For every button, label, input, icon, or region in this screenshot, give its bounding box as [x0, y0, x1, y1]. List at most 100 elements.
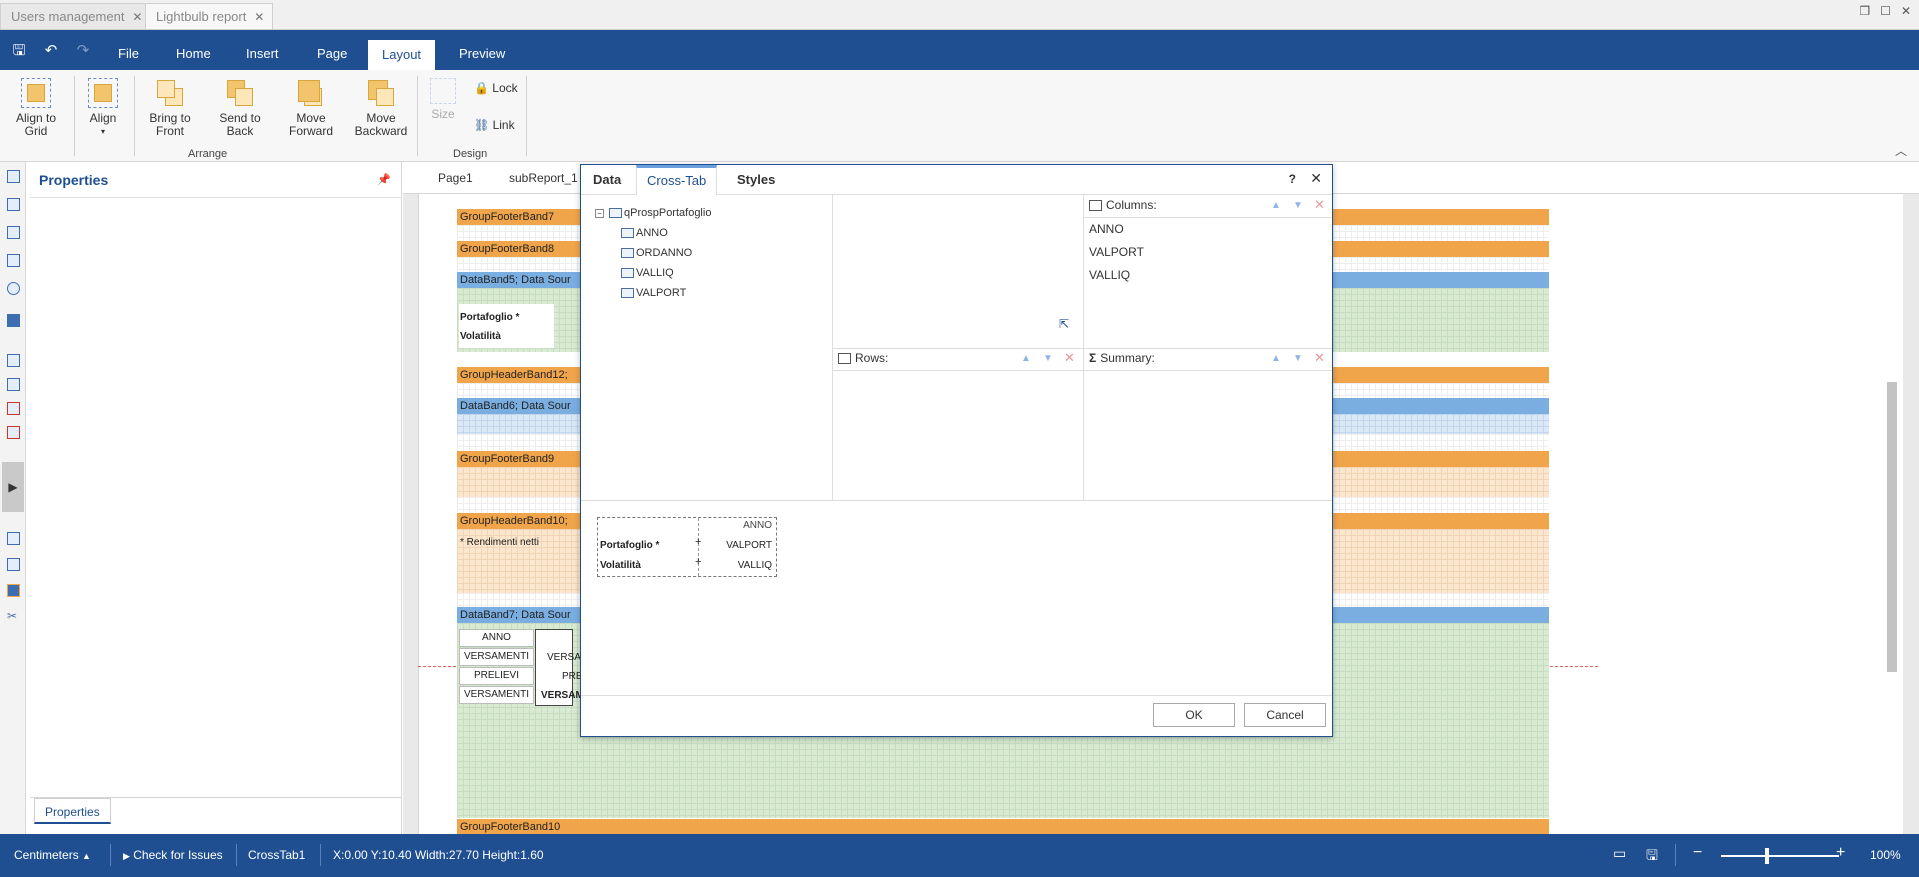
align-to-grid-button[interactable]: Align to Grid [10, 78, 62, 138]
tree-node-field[interactable]: VALLIQ [621, 267, 674, 279]
column-item[interactable]: VALLIQ [1089, 268, 1130, 282]
tree-node-datasource[interactable]: − qProspPortafoglio [595, 207, 711, 219]
versamenti-cell[interactable]: VERSAMENTI [459, 648, 534, 666]
chevron-down-icon: ▾ [100, 127, 105, 136]
tab-preview[interactable]: Preview [445, 30, 519, 70]
text-icon[interactable] [7, 354, 20, 367]
move-down-icon[interactable]: ▼ [1293, 353, 1303, 364]
zoom-slider[interactable] [1721, 855, 1839, 857]
checkbox-icon[interactable] [7, 532, 20, 545]
help-icon[interactable]: ? [1289, 172, 1296, 186]
move-backward-label: Move Backward [354, 111, 408, 138]
zoom-in-icon[interactable]: + [1836, 844, 1845, 862]
send-to-back-icon [225, 78, 255, 108]
columns-header: Columns: [1089, 198, 1157, 212]
properties-panel: Properties 📌 Properties [30, 162, 402, 834]
move-down-icon[interactable]: ▼ [1293, 200, 1303, 211]
shape-icon[interactable] [7, 282, 20, 295]
close-icon[interactable]: ✕ [1901, 4, 1911, 18]
units-dropdown[interactable]: Centimeters ▲ [14, 848, 91, 862]
close-icon[interactable]: ✕ [132, 4, 142, 30]
bring-to-front-button[interactable]: Bring to Front [145, 78, 195, 138]
delete-icon[interactable]: ✕ [1064, 350, 1075, 366]
move-up-icon[interactable]: ▲ [1271, 353, 1281, 364]
save-page-icon[interactable]: 🖫 [1646, 845, 1658, 869]
restore-icon[interactable]: ❐ [1859, 4, 1870, 18]
tab-styles[interactable]: Styles [727, 165, 785, 195]
send-to-back-button[interactable]: Send to Back [215, 78, 265, 138]
cross-band-icon[interactable] [7, 254, 20, 267]
delete-icon[interactable]: ✕ [1314, 350, 1325, 366]
cancel-button[interactable]: Cancel [1244, 703, 1326, 727]
puzzle-icon[interactable] [7, 314, 20, 327]
datasource-icon [609, 208, 622, 219]
volatilita-label: Volatilità [460, 331, 501, 342]
chevron-up-icon[interactable]: ︿ [1895, 142, 1907, 159]
tab-layout[interactable]: Layout [368, 40, 436, 70]
chevron-right-icon: ▶ [123, 851, 130, 861]
tab-page[interactable]: Page [303, 30, 361, 70]
portafoglio-label: Portafoglio * [460, 312, 520, 323]
tree-node-field[interactable]: VALPORT [621, 287, 686, 299]
sigma-icon: Σ [1089, 351, 1097, 365]
delete-icon[interactable]: ✕ [1314, 197, 1325, 213]
zoom-out-icon[interactable]: − [1693, 844, 1702, 862]
report-title-icon[interactable] [7, 170, 20, 183]
pin-icon[interactable]: 📌 [377, 173, 391, 186]
move-down-icon[interactable]: ▼ [1043, 353, 1053, 364]
divider [832, 370, 1332, 371]
close-icon[interactable]: ✕ [1310, 170, 1322, 187]
move-backward-button[interactable]: Move Backward [353, 78, 409, 138]
align-button[interactable]: Align ▾ [83, 78, 123, 138]
undo-icon[interactable]: ↶ [42, 42, 60, 60]
tab-page1[interactable]: Page1 [438, 162, 473, 194]
maximize-icon[interactable]: ☐ [1880, 4, 1891, 18]
browser-tab-lightbulb-report[interactable]: Lightbulb report ✕ [145, 3, 274, 30]
collapse-icon[interactable]: − [595, 208, 604, 218]
tree-node-field[interactable]: ORDANNO [621, 247, 692, 259]
redo-icon[interactable]: ↷ [74, 42, 92, 60]
image-icon[interactable] [7, 426, 20, 439]
group-footer-band-10[interactable]: GroupFooterBand10 [457, 819, 1549, 835]
zoom-slider-thumb[interactable] [1765, 848, 1769, 864]
column-item[interactable]: ANNO [1089, 222, 1124, 236]
check-for-issues-button[interactable]: ▶ Check for Issues [123, 848, 223, 862]
move-up-icon[interactable]: ▲ [1021, 353, 1031, 364]
size-button[interactable]: Size [425, 78, 461, 121]
rendimenti-netti-text[interactable]: * Rendimenti netti [460, 537, 539, 548]
page-header-icon[interactable] [7, 198, 20, 211]
tools-icon[interactable]: ✂ [7, 610, 20, 623]
chart-icon[interactable] [7, 584, 20, 597]
tree-node-field[interactable]: ANNO [621, 227, 668, 239]
tab-insert[interactable]: Insert [232, 30, 293, 70]
rich-text-icon[interactable] [7, 402, 20, 415]
ok-button[interactable]: OK [1153, 703, 1235, 727]
rows-label: Rows: [855, 351, 889, 365]
tab-file[interactable]: File [104, 30, 153, 70]
anno-cell[interactable]: ANNO [459, 629, 534, 647]
close-icon[interactable]: ✕ [254, 4, 264, 30]
swap-icon[interactable]: ⇱ [1059, 317, 1069, 331]
column-item[interactable]: VALPORT [1089, 245, 1144, 259]
tab-subreport-1[interactable]: subReport_1 [509, 162, 578, 194]
tab-home[interactable]: Home [162, 30, 225, 70]
tab-properties[interactable]: Properties [34, 798, 111, 824]
vertical-scrollbar[interactable] [1887, 232, 1897, 862]
expand-toolbox-button[interactable]: ▶ [2, 462, 24, 512]
move-forward-button[interactable]: Move Forward [285, 78, 337, 138]
save-icon[interactable]: 🖫 [10, 42, 28, 60]
scroll-thumb[interactable] [1887, 382, 1897, 672]
prelievi-cell[interactable]: PRELIEVI [459, 667, 534, 685]
browser-tab-users-management[interactable]: Users management ✕ [0, 3, 152, 30]
fit-page-icon[interactable]: ▭ [1613, 845, 1626, 862]
tab-cross-tab[interactable]: Cross-Tab [636, 165, 718, 195]
lock-button[interactable]: 🔒 Lock [474, 81, 518, 95]
table-icon[interactable] [7, 378, 20, 391]
field-icon [621, 228, 634, 239]
picture-icon[interactable] [7, 558, 20, 571]
link-button[interactable]: ⛓ Link [474, 118, 515, 132]
data-band-icon[interactable] [7, 226, 20, 239]
tab-data[interactable]: Data [583, 165, 631, 195]
move-up-icon[interactable]: ▲ [1271, 200, 1281, 211]
versamenti-cell[interactable]: VERSAMENTI [459, 686, 534, 704]
